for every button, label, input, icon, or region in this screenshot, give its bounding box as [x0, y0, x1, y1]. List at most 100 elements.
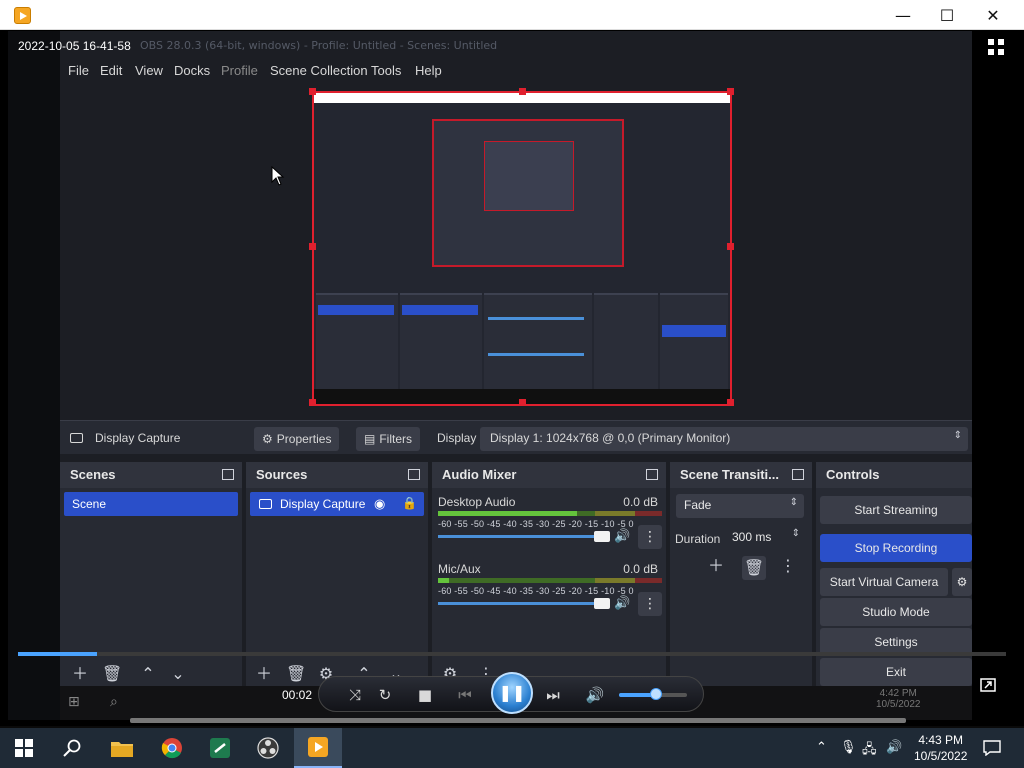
trash-icon[interactable]: 🗑	[286, 664, 306, 684]
previous-icon[interactable]: ⏮	[453, 684, 477, 706]
studio-mode-button[interactable]: Studio Mode	[820, 598, 972, 626]
start-virtual-camera-button[interactable]: Start Virtual Camera	[820, 568, 948, 596]
menu-edit[interactable]: Edit	[100, 63, 122, 78]
notifications-icon[interactable]	[983, 740, 1001, 756]
recording-timestamp: 2022-10-05 16-41-58	[18, 39, 131, 53]
chrome-button[interactable]	[148, 728, 196, 768]
obs-window-title: OBS 28.0.3 (64-bit, windows) - Profile: …	[140, 39, 498, 52]
add-icon[interactable]: ＋	[706, 556, 726, 576]
repeat-icon[interactable]: ↻	[373, 684, 397, 706]
system-clock-date: 10/5/2022	[914, 749, 968, 763]
resize-handle[interactable]	[519, 88, 526, 95]
fullscreen-toggle-icon[interactable]	[988, 39, 1006, 55]
volume-tray-icon[interactable]: 🔊	[886, 740, 902, 755]
windows-start-button[interactable]	[0, 728, 48, 768]
filters-button[interactable]: ▤ Filters	[356, 427, 421, 451]
virtual-camera-settings-button[interactable]: ⚙	[952, 568, 972, 596]
more-options-icon[interactable]: ⋮	[638, 592, 662, 616]
add-icon[interactable]: ＋	[70, 664, 90, 684]
lock-icon[interactable]: 🔒	[402, 496, 417, 510]
move-down-icon[interactable]: ⌄	[168, 664, 188, 684]
pause-button[interactable]: ❚❚	[491, 672, 533, 714]
slider-knob[interactable]	[594, 598, 610, 609]
properties-button[interactable]: ⚙ Properties	[254, 427, 340, 451]
menu-scene-collection[interactable]: Scene Collection	[270, 63, 368, 78]
mouse-cursor-icon	[271, 166, 285, 186]
menu-profile[interactable]: Profile	[221, 63, 258, 78]
volume-meter	[438, 578, 662, 583]
volume-slider[interactable]	[619, 688, 687, 700]
updown-icon[interactable]: ⇕	[792, 528, 800, 539]
folder-icon	[111, 742, 133, 757]
maximize-button[interactable]: ☐	[924, 0, 970, 30]
stop-recording-button[interactable]: Stop Recording	[820, 534, 972, 562]
close-button[interactable]: ✕	[970, 0, 1016, 30]
menu-view[interactable]: View	[135, 63, 163, 78]
player-right-margin	[972, 31, 1024, 726]
controls-title: Controls	[816, 462, 972, 488]
menu-file[interactable]: File	[68, 63, 89, 78]
add-icon[interactable]: ＋	[254, 664, 274, 684]
more-options-icon[interactable]: ⋮	[638, 525, 662, 549]
resize-handle[interactable]	[309, 399, 316, 406]
resize-handle[interactable]	[727, 88, 734, 95]
minimize-button[interactable]: —	[880, 0, 926, 30]
menu-tools[interactable]: Tools	[371, 63, 401, 78]
stop-icon[interactable]: ■	[413, 684, 437, 706]
duration-spinbox[interactable]: 300 ms ⇕	[726, 526, 804, 550]
volume-icon[interactable]: 🔊	[583, 684, 607, 706]
updown-icon: ⇕	[953, 430, 962, 441]
show-hidden-icons[interactable]: ⌃	[816, 740, 827, 755]
volume-knob[interactable]	[650, 688, 663, 700]
scene-preview[interactable]	[309, 88, 734, 406]
seek-bar[interactable]	[18, 652, 1006, 656]
menu-help[interactable]: Help	[415, 63, 442, 78]
shuffle-icon[interactable]: ⤨	[343, 684, 367, 706]
search-button[interactable]	[48, 728, 96, 768]
source-item[interactable]: Display Capture ◉ 🔒	[250, 492, 424, 516]
exit-button[interactable]: Exit	[820, 658, 972, 686]
undock-icon[interactable]	[792, 469, 804, 480]
duration-label: Duration	[675, 532, 721, 546]
more-options-icon[interactable]: ⋮	[778, 556, 798, 576]
undock-icon[interactable]	[222, 469, 234, 480]
system-clock[interactable]: 4:43 PM 10/5/2022	[914, 732, 967, 764]
move-up-icon[interactable]: ⌃	[138, 664, 158, 684]
slider-knob[interactable]	[594, 531, 610, 542]
transition-select[interactable]: Fade ⇕	[676, 494, 804, 518]
nested-preview	[432, 119, 624, 267]
obs-button[interactable]	[244, 728, 292, 768]
resize-handle[interactable]	[309, 243, 316, 250]
network-icon[interactable]: 🖧	[862, 740, 877, 762]
next-icon[interactable]: ⏭	[541, 684, 565, 706]
menu-docks[interactable]: Docks	[174, 63, 210, 78]
nested-source-selected	[402, 305, 478, 315]
speaker-icon[interactable]: 🔊	[614, 529, 630, 544]
undock-icon[interactable]	[646, 469, 658, 480]
volume-slider[interactable]	[438, 531, 610, 542]
mini-player-icon[interactable]	[980, 678, 996, 692]
nested-transitions-dock	[594, 293, 658, 393]
trash-icon[interactable]: 🗑	[742, 556, 766, 580]
display-select[interactable]: Display 1: 1024x768 @ 0,0 (Primary Monit…	[480, 427, 968, 451]
eye-icon[interactable]: ◉	[374, 496, 385, 512]
display-label: Display	[437, 431, 477, 445]
app-button[interactable]	[196, 728, 244, 768]
media-player-button[interactable]	[294, 728, 342, 768]
trash-icon[interactable]: 🗑	[102, 664, 122, 684]
microphone-icon[interactable]: 🎙	[840, 740, 857, 755]
speaker-icon[interactable]: 🔊	[614, 596, 630, 611]
undock-icon[interactable]	[408, 469, 420, 480]
properties-label: Properties	[276, 432, 332, 446]
start-streaming-button[interactable]: Start Streaming	[820, 496, 972, 524]
file-explorer-button[interactable]	[98, 728, 146, 768]
scene-item[interactable]: Scene	[64, 492, 238, 516]
media-player-app-icon	[14, 7, 31, 24]
resize-handle[interactable]	[727, 243, 734, 250]
resize-handle[interactable]	[727, 399, 734, 406]
recorded-clock-date: 10/5/2022	[876, 699, 921, 710]
horizontal-scrollbar[interactable]	[130, 718, 906, 723]
resize-handle[interactable]	[519, 399, 526, 406]
resize-handle[interactable]	[309, 88, 316, 95]
volume-slider[interactable]	[438, 598, 610, 609]
